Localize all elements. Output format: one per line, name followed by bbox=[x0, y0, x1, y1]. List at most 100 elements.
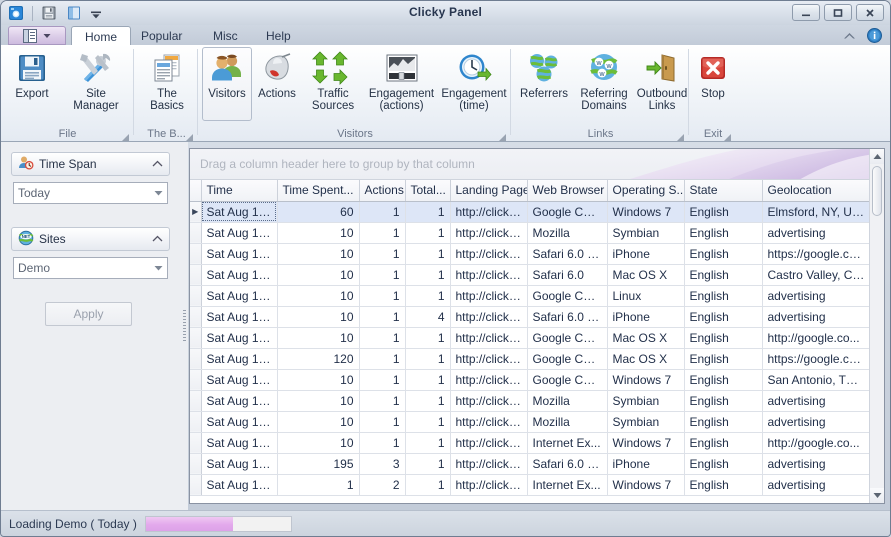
cell-actions[interactable]: 1 bbox=[359, 369, 406, 391]
cell-time[interactable]: Sat Aug 10... bbox=[201, 243, 278, 265]
cell-time[interactable]: Sat Aug 10... bbox=[201, 285, 278, 307]
table-row[interactable]: Sat Aug 10... 1 2 1 http://clicky... Internet… bbox=[190, 474, 872, 496]
minimize-button[interactable] bbox=[792, 4, 820, 21]
cell-landing-page[interactable]: http://clicky... bbox=[450, 474, 528, 496]
cell-total[interactable]: 1 bbox=[405, 369, 451, 391]
cell-total[interactable]: 1 bbox=[405, 222, 451, 244]
tab-help[interactable]: Help bbox=[253, 26, 304, 46]
cell-actions[interactable]: 2 bbox=[359, 474, 406, 496]
cell-landing-page[interactable]: http://clicky... bbox=[450, 264, 528, 286]
cell-state[interactable]: English bbox=[684, 306, 763, 328]
column-header-total[interactable]: Total... bbox=[405, 180, 451, 202]
table-row[interactable]: Sat Aug 10... 10 1 1 http://clicky... Google … bbox=[190, 369, 872, 391]
table-row[interactable]: Sat Aug 10... 10 1 1 http://clicky... Mozilla… bbox=[190, 222, 872, 244]
help-icon[interactable] bbox=[867, 28, 882, 46]
cell-total[interactable]: 1 bbox=[405, 285, 451, 307]
ribbon-group-visitors-dialog-launcher[interactable] bbox=[499, 131, 507, 141]
table-row[interactable]: Sat Aug 10... 10 1 1 http://clicky... Google … bbox=[190, 327, 872, 349]
ribbon-button-outbound-links[interactable]: Outbound Links bbox=[635, 47, 689, 121]
maximize-button[interactable] bbox=[824, 4, 852, 21]
time-span-select[interactable]: Today bbox=[13, 182, 168, 204]
cell-web-browser[interactable]: Google Chro... bbox=[527, 201, 608, 223]
cell-landing-page[interactable]: http://clicky... bbox=[450, 453, 528, 475]
cell-state[interactable]: English bbox=[684, 369, 763, 391]
cell-total[interactable]: 1 bbox=[405, 474, 451, 496]
table-row[interactable]: Sat Aug 10... 10 1 1 http://clicky... Interne… bbox=[190, 432, 872, 454]
table-row[interactable]: Sat Aug 10... 10 1 1 http://clicky... Mozilla… bbox=[190, 411, 872, 433]
cell-time[interactable]: Sat Aug 10... bbox=[201, 348, 278, 370]
column-header-state[interactable]: State bbox=[684, 180, 763, 202]
cell-web-browser[interactable]: Mozilla bbox=[527, 411, 608, 433]
column-header-geolocation[interactable]: Geolocation bbox=[762, 180, 872, 202]
table-row[interactable]: Sat Aug 10... 10 1 4 http://clicky... Safari … bbox=[190, 306, 872, 328]
cell-total[interactable]: 1 bbox=[405, 264, 451, 286]
cell-landing-page[interactable]: http://clicky... bbox=[450, 306, 528, 328]
cell-operating-s[interactable]: Linux bbox=[607, 285, 685, 307]
row-indicator-cell[interactable]: ▶ bbox=[190, 201, 202, 223]
cell-total[interactable]: 1 bbox=[405, 348, 451, 370]
cell-time-spent[interactable]: 10 bbox=[277, 390, 360, 412]
table-row[interactable]: ▶ Sat Aug 10... 60 1 1 http://clicky... Google… bbox=[190, 201, 872, 223]
cell-total[interactable]: 1 bbox=[405, 453, 451, 475]
column-header-landing-page[interactable]: Landing Page bbox=[450, 180, 528, 202]
cell-actions[interactable]: 1 bbox=[359, 222, 406, 244]
cell-time-spent[interactable]: 10 bbox=[277, 369, 360, 391]
column-header-actions[interactable]: Actions bbox=[359, 180, 406, 202]
row-indicator-cell[interactable] bbox=[190, 306, 202, 328]
cell-time[interactable]: Sat Aug 10... bbox=[201, 327, 278, 349]
ribbon-button-export[interactable]: Export bbox=[5, 47, 59, 121]
cell-geolocation[interactable]: advertising bbox=[762, 306, 872, 328]
cell-total[interactable]: 1 bbox=[405, 432, 451, 454]
cell-actions[interactable]: 1 bbox=[359, 411, 406, 433]
cell-time-spent[interactable]: 1 bbox=[277, 474, 360, 496]
cell-geolocation[interactable]: advertising bbox=[762, 411, 872, 433]
tab-home[interactable]: Home bbox=[71, 26, 132, 47]
cell-geolocation[interactable]: advertising bbox=[762, 390, 872, 412]
cell-landing-page[interactable]: http://clicky... bbox=[450, 201, 528, 223]
cell-time-spent[interactable]: 10 bbox=[277, 432, 360, 454]
ribbon-group-the-basics-dialog-launcher[interactable] bbox=[186, 131, 194, 141]
cell-actions[interactable]: 1 bbox=[359, 390, 406, 412]
cell-actions[interactable]: 3 bbox=[359, 453, 406, 475]
cell-geolocation[interactable]: http://google.co... bbox=[762, 327, 872, 349]
sites-select[interactable]: Demo bbox=[13, 257, 168, 279]
panel-header-sites[interactable]: NET Sites bbox=[11, 227, 170, 251]
cell-operating-s[interactable]: Mac OS X bbox=[607, 264, 685, 286]
cell-time[interactable]: Sat Aug 10... bbox=[201, 306, 278, 328]
cell-web-browser[interactable]: Safari 6.0 bbox=[527, 264, 608, 286]
chevron-down-icon[interactable] bbox=[154, 264, 163, 273]
table-row[interactable]: Sat Aug 10... 10 1 1 http://clicky... Safari … bbox=[190, 243, 872, 265]
cell-state[interactable]: English bbox=[684, 222, 763, 244]
cell-time[interactable]: Sat Aug 10... bbox=[201, 222, 278, 244]
cell-web-browser[interactable]: Google Chro... bbox=[527, 285, 608, 307]
cell-actions[interactable]: 1 bbox=[359, 306, 406, 328]
row-indicator-cell[interactable] bbox=[190, 222, 202, 244]
cell-operating-s[interactable]: iPhone bbox=[607, 453, 685, 475]
chevron-down-icon[interactable] bbox=[154, 189, 163, 198]
ribbon-button-traffic-sources[interactable]: Traffic Sources bbox=[302, 47, 364, 121]
row-indicator-cell[interactable] bbox=[190, 348, 202, 370]
cell-state[interactable]: English bbox=[684, 201, 763, 223]
cell-web-browser[interactable]: Google Chro... bbox=[527, 348, 608, 370]
cell-landing-page[interactable]: http://clicky... bbox=[450, 411, 528, 433]
cell-time-spent[interactable]: 10 bbox=[277, 243, 360, 265]
cell-landing-page[interactable]: http://clicky... bbox=[450, 369, 528, 391]
cell-geolocation[interactable]: advertising bbox=[762, 453, 872, 475]
row-indicator-cell[interactable] bbox=[190, 264, 202, 286]
chevron-up-icon[interactable] bbox=[152, 232, 163, 246]
table-row[interactable]: Sat Aug 10... 10 1 1 http://clicky... Mozilla… bbox=[190, 390, 872, 412]
cell-geolocation[interactable]: https://google.co... bbox=[762, 243, 872, 265]
cell-operating-s[interactable]: Mac OS X bbox=[607, 327, 685, 349]
cell-web-browser[interactable]: Mozilla bbox=[527, 390, 608, 412]
cell-time[interactable]: Sat Aug 10... bbox=[201, 264, 278, 286]
ribbon-group-links-dialog-launcher[interactable] bbox=[677, 131, 685, 141]
cell-operating-s[interactable]: Windows 7 bbox=[607, 369, 685, 391]
cell-web-browser[interactable]: Google Chro... bbox=[527, 369, 608, 391]
cell-state[interactable]: English bbox=[684, 453, 763, 475]
ribbon-group-exit-dialog-launcher[interactable] bbox=[724, 131, 732, 141]
cell-geolocation[interactable]: advertising bbox=[762, 474, 872, 496]
ribbon-button-actions[interactable]: Actions bbox=[252, 47, 302, 121]
close-button[interactable] bbox=[856, 4, 884, 21]
cell-operating-s[interactable]: iPhone bbox=[607, 306, 685, 328]
ribbon-button-referrers[interactable]: Referrers bbox=[515, 47, 573, 121]
